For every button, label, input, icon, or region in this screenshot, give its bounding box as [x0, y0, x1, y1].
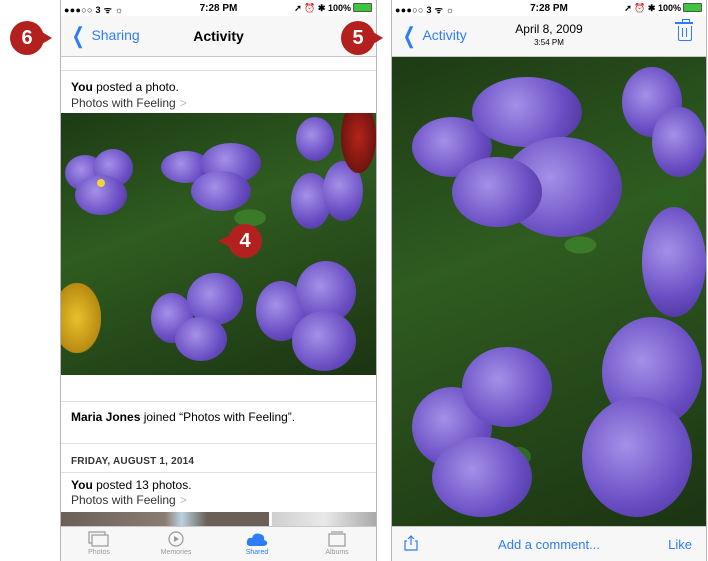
photo-date: April 8, 2009: [515, 22, 583, 36]
memories-icon: [168, 531, 184, 547]
tab-albums[interactable]: Albums: [307, 531, 367, 556]
actor-name: Maria Jones: [71, 410, 141, 424]
battery-icon: [353, 3, 372, 12]
pansy-flower: [622, 57, 706, 177]
chevron-right-icon: >: [179, 493, 187, 507]
status-icons: ➚ ⏰ ✱ 100%: [624, 3, 681, 13]
pansy-flower: [151, 263, 251, 363]
pansy-flower: [582, 317, 706, 517]
comment-bar: Add a comment... Like: [392, 526, 706, 561]
status-indicators: ➚ ⏰ ✱ 100%: [624, 3, 702, 14]
callout-number: 6: [10, 21, 44, 55]
status-indicators: ➚ ⏰ ✱ 100%: [294, 3, 372, 14]
cloud-icon: [246, 533, 268, 546]
tab-bar: Photos Memories Shared Albums: [61, 526, 376, 561]
status-bar: ●●●○○ 3 ᯤ ☼ 7:28 PM ➚ ⏰ ✱ 100%: [392, 0, 706, 16]
thumbnail[interactable]: [272, 512, 376, 526]
photo-thumbnails[interactable]: [61, 512, 376, 526]
step-5-callout: 5: [341, 21, 383, 55]
divider: [61, 70, 376, 71]
photo-time: 3:54 PM: [534, 38, 564, 47]
page-title: Activity: [193, 28, 244, 44]
actor-name: You: [71, 478, 93, 492]
activity-text: posted 13 photos.: [92, 478, 192, 492]
activity-item-text: Maria Jones joined “Photos with Feeling”…: [71, 410, 295, 424]
photo-detail-screen: ●●●○○ 3 ᯤ ☼ 7:28 PM ➚ ⏰ ✱ 100% ❮ Activity…: [391, 0, 707, 561]
thumbnail[interactable]: [61, 512, 269, 526]
pansy-flower: [412, 77, 622, 247]
photos-icon: [88, 531, 109, 547]
tab-label: Memories: [160, 549, 192, 556]
divider: [61, 472, 376, 473]
battery-icon: [683, 3, 702, 12]
pansy-flower: [256, 261, 366, 373]
trash-icon[interactable]: [675, 19, 693, 41]
activity-item-text: You posted a photo.: [71, 80, 179, 94]
activity-text: posted a photo.: [92, 80, 179, 94]
album-link[interactable]: Photos with Feeling >: [71, 493, 187, 507]
step-4-callout: 4: [218, 224, 262, 258]
navigation-bar: ❮ Activity April 8, 2009 3:54 PM: [392, 16, 706, 57]
red-flower: [341, 113, 376, 173]
status-bar: ●●●○○ 3 ᯤ ☼ 7:28 PM ➚ ⏰ ✱ 100%: [61, 0, 376, 16]
pansy-flower: [642, 207, 706, 317]
like-button[interactable]: Like: [668, 537, 692, 552]
yellow-flower: [61, 283, 101, 353]
full-photo[interactable]: [392, 57, 706, 527]
pansy-flower: [412, 327, 562, 517]
tab-label: Shared: [245, 549, 269, 556]
album-link[interactable]: Photos with Feeling >: [71, 96, 187, 110]
tab-photos[interactable]: Photos: [69, 531, 129, 556]
pansy-flower: [296, 117, 336, 161]
callout-number: 5: [341, 21, 375, 55]
divider: [61, 401, 376, 402]
pansy-flower: [161, 143, 271, 213]
tab-label: Albums: [325, 549, 349, 556]
album-name: Photos with Feeling: [71, 493, 176, 507]
tab-shared[interactable]: Shared: [227, 531, 287, 556]
divider: [61, 443, 376, 444]
tab-memories[interactable]: Memories: [146, 531, 206, 556]
date-header: FRIDAY, AUGUST 1, 2014: [71, 456, 195, 467]
activity-item-text: You posted 13 photos.: [71, 478, 192, 492]
chevron-right-icon: >: [179, 96, 187, 110]
step-6-callout: 6: [10, 21, 52, 55]
actor-name: You: [71, 80, 93, 94]
pansy-flower: [65, 149, 135, 215]
status-icons: ➚ ⏰ ✱ 100%: [294, 3, 351, 13]
add-comment-field[interactable]: Add a comment...: [392, 537, 706, 552]
tab-label: Photos: [88, 549, 110, 556]
callout-number: 4: [228, 224, 262, 258]
activity-text: joined “Photos with Feeling”.: [140, 410, 296, 424]
navigation-bar: ❮ Sharing Activity: [61, 16, 376, 57]
activity-screen: ●●●○○ 3 ᯤ ☼ 7:28 PM ➚ ⏰ ✱ 100% ❮ Sharing …: [60, 0, 377, 561]
albums-icon: [328, 531, 346, 547]
album-name: Photos with Feeling: [71, 96, 176, 110]
